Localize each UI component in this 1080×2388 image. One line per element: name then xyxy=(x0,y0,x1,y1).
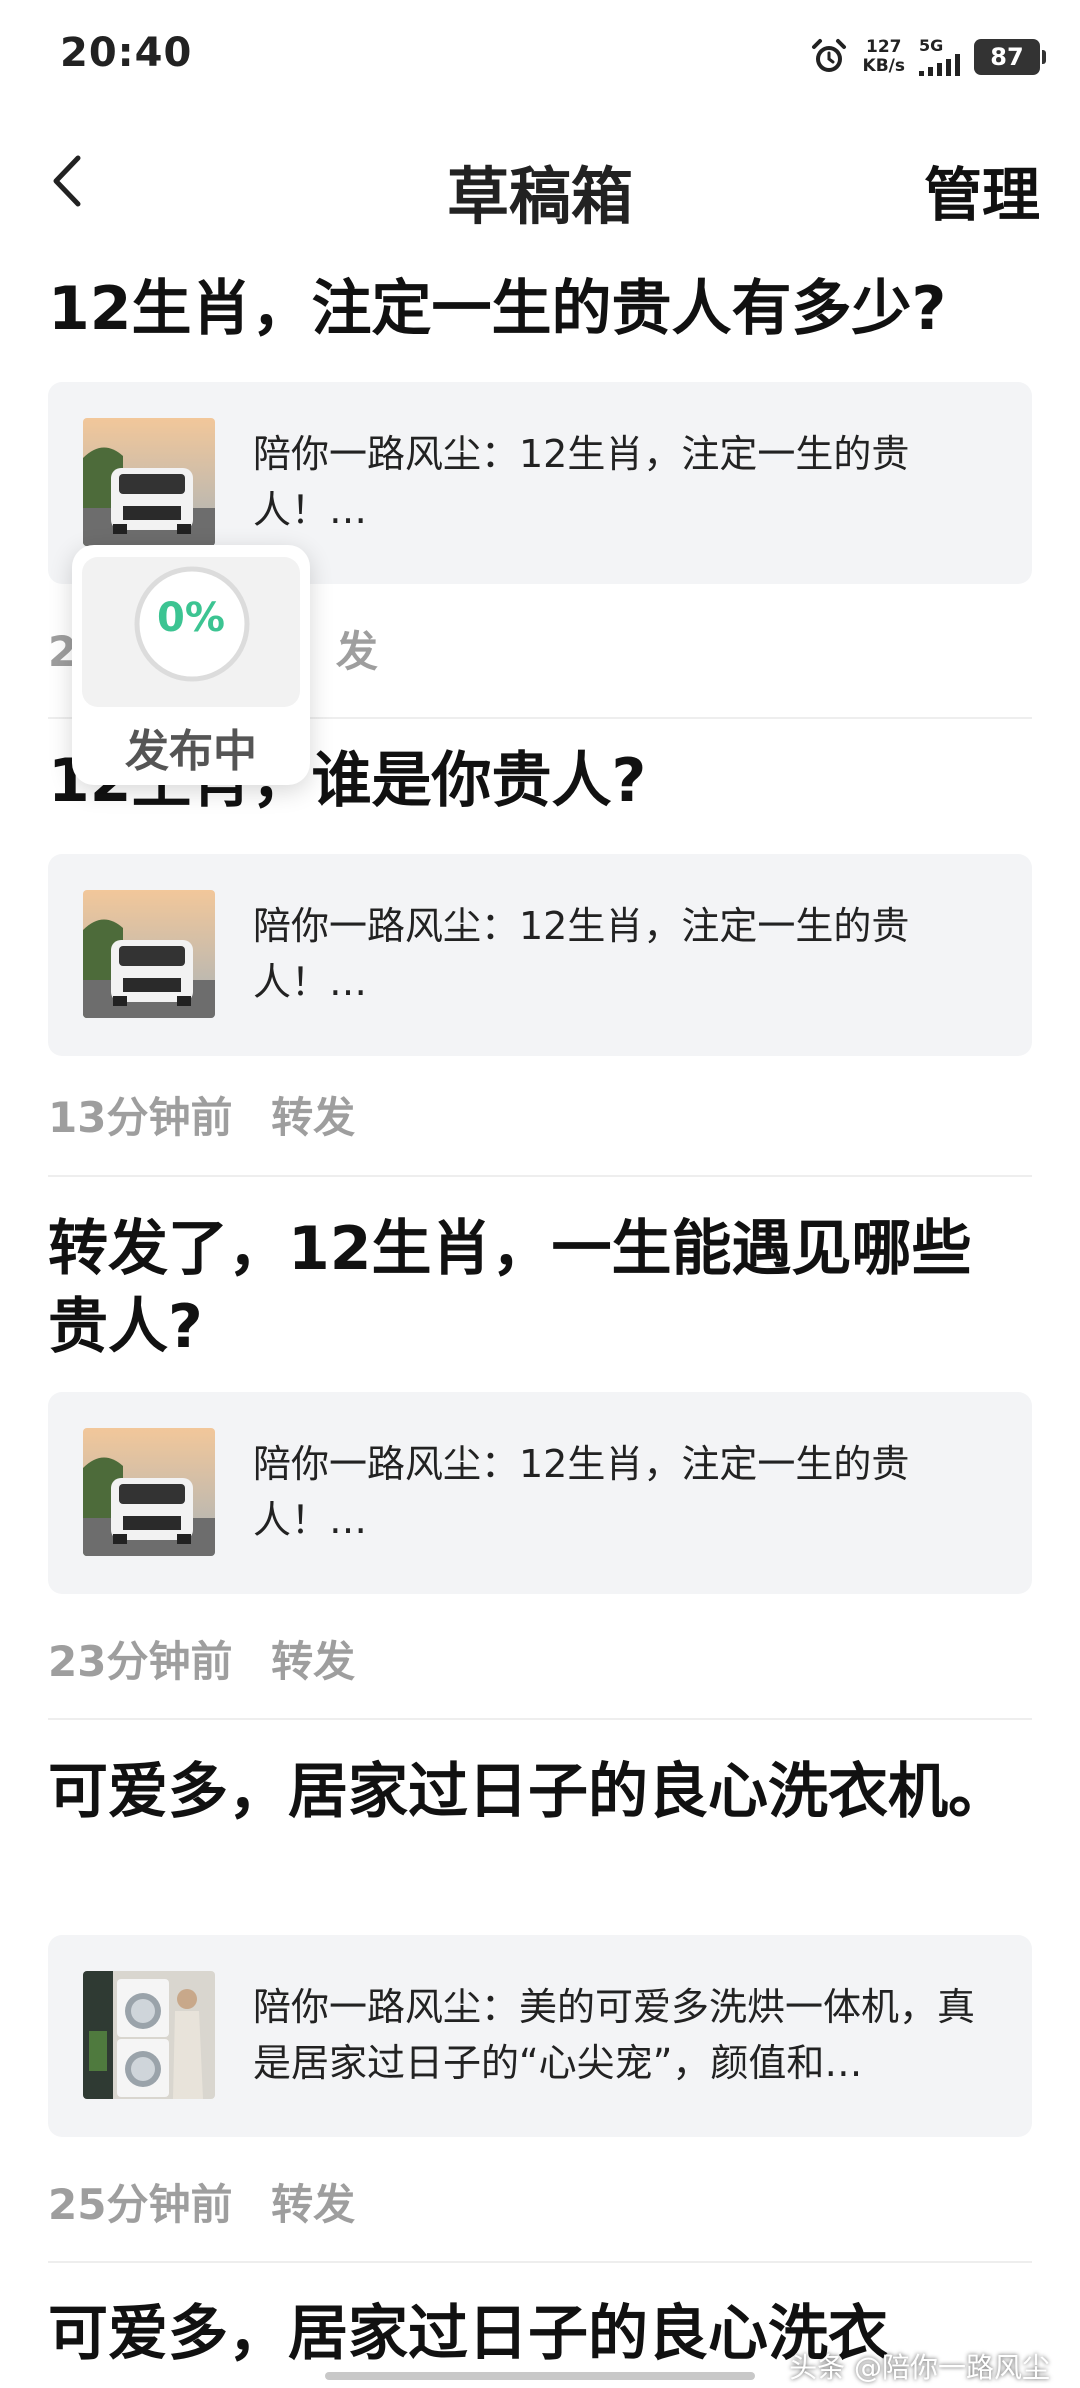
car-thumbnail xyxy=(83,418,215,546)
signal-indicator: 5G xyxy=(919,38,960,76)
signal-bars-icon xyxy=(919,54,960,76)
preview-card[interactable]: 陪你一路风尘：12生肖，注定一生的贵人！… xyxy=(48,854,1032,1056)
car-thumbnail xyxy=(83,1428,215,1556)
status-bar: 20:40 127 KB/s 5G 87 xyxy=(0,0,1080,120)
progress-percent: 0% xyxy=(157,595,225,641)
draft-action: 转发 xyxy=(271,2180,356,2229)
nav-bar: 草稿箱 管理 xyxy=(0,130,1080,233)
preview-text: 陪你一路风尘：美的可爱多洗烘一体机，真是居家过日子的“心尖宠”，颜值和… xyxy=(253,1985,976,2085)
watermark: 头条 @陪你一路风尘 xyxy=(789,2351,1050,2384)
draft-title: 可爱多，居家过日子的良心洗衣机。 xyxy=(48,1757,1008,1827)
draft-action: 转发 xyxy=(271,1093,356,1142)
draft-meta: 25分钟前 转发 xyxy=(48,2171,379,2232)
draft-action: 转发 xyxy=(271,1637,356,1686)
draft-meta: 13分钟前 转发 xyxy=(48,1084,379,1145)
washing-machine-thumbnail xyxy=(83,1971,215,2099)
preview-text: 陪你一路风尘：12生肖，注定一生的贵人！… xyxy=(253,904,910,1004)
draft-action: 发 xyxy=(335,627,378,676)
status-icons: 127 KB/s 5G 87 xyxy=(809,32,1046,82)
preview-text: 陪你一路风尘：12生肖，注定一生的贵人！… xyxy=(253,1442,910,1542)
status-time: 20:40 xyxy=(60,30,193,76)
progress-panel: 0% xyxy=(82,557,300,707)
divider xyxy=(48,2261,1032,2263)
draft-item[interactable]: 转发了，12生肖，一生能遇见哪些贵人? 陪你一路风尘：12生肖，注定一生的贵人！… xyxy=(48,1210,1032,1720)
publishing-toast: 0% 发布中 xyxy=(72,545,310,785)
draft-time: 25分钟前 xyxy=(48,2180,233,2229)
preview-card[interactable]: 陪你一路风尘：12生肖，注定一生的贵人！… xyxy=(48,1392,1032,1594)
draft-meta: 23分钟前 转发 xyxy=(48,1628,379,1689)
draft-title: 转发了，12生肖，一生能遇见哪些贵人? xyxy=(48,1214,972,1362)
draft-title: 12生肖，注定一生的贵人有多少? xyxy=(48,274,947,344)
page-title: 草稿箱 xyxy=(446,160,633,233)
preview-text: 陪你一路风尘：12生肖，注定一生的贵人！… xyxy=(253,432,910,532)
alarm-clock-icon xyxy=(811,39,846,72)
divider xyxy=(48,1718,1032,1720)
home-indicator[interactable] xyxy=(325,2372,755,2380)
divider xyxy=(48,1175,1032,1177)
signal-label: 5G xyxy=(919,36,944,55)
preview-card[interactable]: 陪你一路风尘：美的可爱多洗烘一体机，真是居家过日子的“心尖宠”，颜值和… xyxy=(48,1935,1032,2137)
draft-time: 23分钟前 xyxy=(48,1637,233,1686)
network-speed-value: 127 xyxy=(866,37,902,57)
draft-item[interactable]: 12生肖，注定一生的贵人有多少? 陪你一路风尘：12生肖，注定一生的贵人！… 2… xyxy=(48,270,1032,719)
draft-item[interactable]: 可爱多，居家过日子的良心洗衣机。 陪你一路风尘：美的可爱多洗烘一体机，真是居家过… xyxy=(48,1753,1032,2263)
network-speed: 127 KB/s xyxy=(863,38,905,76)
manage-button[interactable]: 管理 xyxy=(924,148,1040,232)
car-thumbnail xyxy=(83,890,215,1018)
draft-time: 13分钟前 xyxy=(48,1093,233,1142)
network-speed-unit: KB/s xyxy=(862,56,905,76)
publishing-label: 发布中 xyxy=(125,726,257,777)
battery-icon: 87 xyxy=(974,39,1046,75)
battery-level: 87 xyxy=(990,43,1024,71)
